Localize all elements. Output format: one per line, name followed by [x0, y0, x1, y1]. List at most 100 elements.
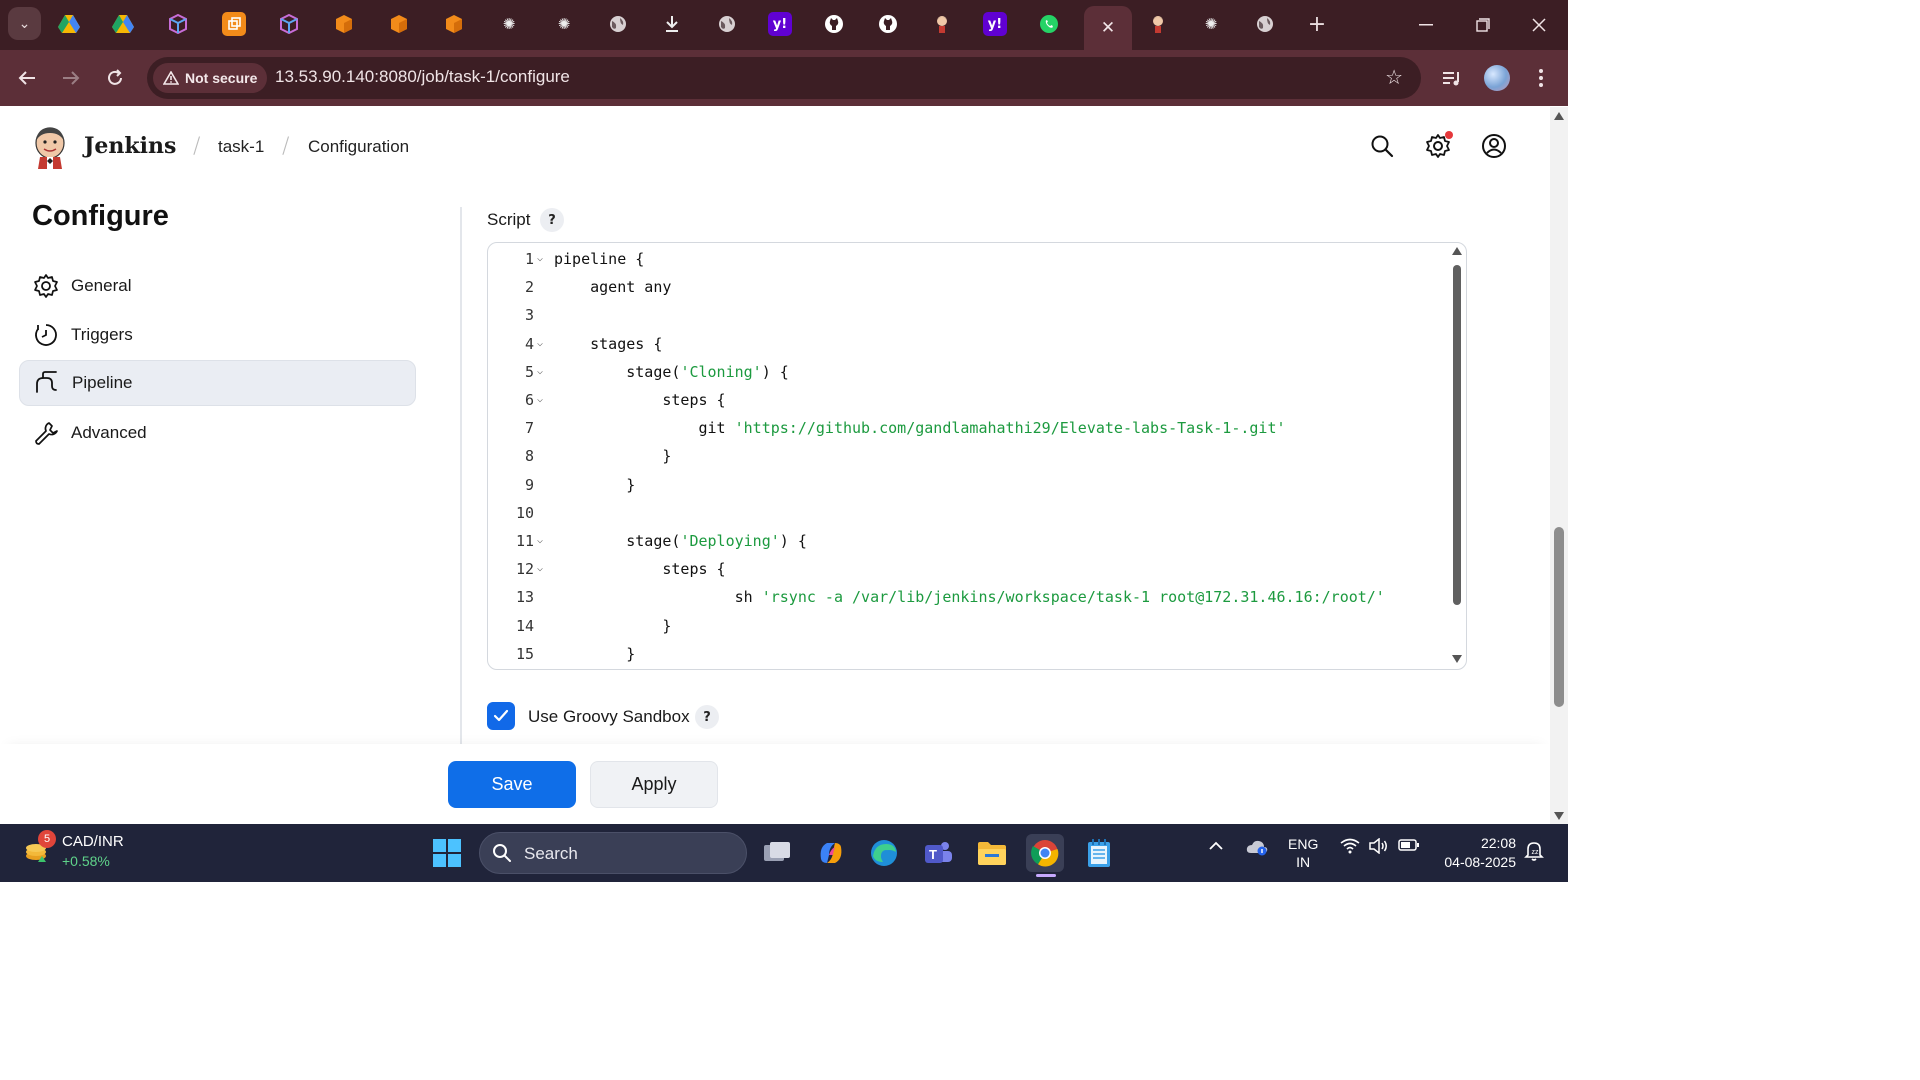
input-language[interactable]: ENG IN: [1288, 835, 1318, 871]
jenkins-logo[interactable]: [32, 125, 68, 169]
edge-browser-icon[interactable]: [865, 834, 903, 872]
editor-scrollbar[interactable]: [1451, 247, 1463, 665]
globe-tab-icon[interactable]: [715, 12, 739, 36]
cube-tab-icon[interactable]: [166, 12, 190, 36]
system-clock[interactable]: 22:08 04-08-2025: [1432, 834, 1516, 872]
orange-cube-tab-icon[interactable]: [442, 12, 466, 36]
taskbar-search[interactable]: Search: [479, 832, 747, 874]
chatgpt-tab-icon[interactable]: ✺: [1199, 12, 1223, 36]
ticker-change[interactable]: +0.58%: [62, 853, 110, 869]
code-line[interactable]: 1 ⌵ pipeline {: [488, 245, 1448, 273]
windows-start-icon[interactable]: [428, 834, 466, 872]
forward-button[interactable]: [55, 62, 87, 94]
globe-tab-icon[interactable]: [606, 12, 630, 36]
onedrive-cloud-icon[interactable]: [1245, 838, 1269, 860]
battery-icon[interactable]: [1398, 838, 1420, 856]
security-chip[interactable]: Not secure: [153, 63, 268, 93]
chrome-taskbar-icon[interactable]: [1026, 834, 1064, 872]
fold-chevron-icon[interactable]: ⌵: [537, 527, 543, 555]
jenkins-brand[interactable]: Jenkins: [84, 133, 176, 159]
user-account-icon[interactable]: [1479, 131, 1509, 161]
code-line[interactable]: 14 }: [488, 612, 1448, 640]
groovy-sandbox-label[interactable]: Use Groovy Sandbox: [528, 707, 690, 727]
globe-tab-icon[interactable]: [1253, 12, 1277, 36]
code-line[interactable]: 13 sh 'rsync -a /var/lib/jenkins/workspa…: [488, 583, 1448, 611]
whatsapp-tab-icon[interactable]: [1037, 12, 1061, 36]
code-line[interactable]: 2 agent any: [488, 273, 1448, 301]
volume-icon[interactable]: [1369, 837, 1389, 858]
show-hidden-icons-chevron-icon[interactable]: [1208, 838, 1224, 855]
orange-cube-tab-icon[interactable]: [387, 12, 411, 36]
url-text[interactable]: 13.53.90.140:8080/job/task-1/configure: [275, 67, 570, 87]
scroll-thumb[interactable]: [1554, 527, 1564, 707]
minimize-button[interactable]: [1411, 10, 1441, 40]
orange-cube-tab-icon[interactable]: [332, 12, 356, 36]
code-line[interactable]: 3: [488, 301, 1448, 329]
sidebar-item-triggers[interactable]: Triggers: [19, 312, 416, 358]
chatgpt-tab-icon[interactable]: ✺: [552, 12, 576, 36]
teams-icon[interactable]: T: [919, 834, 957, 872]
sidebar-item-general[interactable]: General: [19, 263, 416, 309]
fold-chevron-icon[interactable]: ⌵: [537, 358, 543, 386]
yahoo-tab-icon[interactable]: y!: [983, 12, 1007, 36]
bookmark-star-icon[interactable]: ☆: [1385, 65, 1403, 89]
new-tab-button[interactable]: +: [1304, 11, 1330, 37]
breadcrumb-task[interactable]: task-1: [218, 137, 264, 157]
script-editor[interactable]: 1 ⌵ pipeline {2 agent any 3 4 ⌵ stages {5 ⌵ st…: [487, 242, 1467, 670]
tab-search-button[interactable]: ⌄: [8, 7, 41, 40]
copilot-icon[interactable]: [812, 834, 850, 872]
sidebar-item-pipeline[interactable]: Pipeline: [19, 360, 416, 406]
reload-button[interactable]: [99, 62, 131, 94]
orange-square-tab-icon[interactable]: [222, 12, 246, 36]
task-view-icon[interactable]: [758, 834, 796, 872]
code-line[interactable]: 12 ⌵ steps {: [488, 555, 1448, 583]
scroll-up-arrow[interactable]: [1554, 112, 1564, 120]
chatgpt-tab-icon[interactable]: ✺: [497, 12, 521, 36]
github-tab-icon[interactable]: [876, 12, 900, 36]
code-line[interactable]: 6 ⌵ steps {: [488, 386, 1448, 414]
browser-menu-icon[interactable]: [1527, 64, 1555, 92]
download-tab-icon[interactable]: [660, 12, 684, 36]
active-tab[interactable]: ✕: [1084, 6, 1132, 50]
save-button[interactable]: Save: [448, 761, 576, 808]
code-line[interactable]: 8 }: [488, 442, 1448, 470]
address-bar[interactable]: Not secure 13.53.90.140:8080/job/task-1/…: [147, 57, 1421, 99]
scroll-down-arrow[interactable]: [1452, 655, 1462, 663]
scroll-thumb[interactable]: [1453, 265, 1461, 605]
fold-chevron-icon[interactable]: ⌵: [537, 245, 543, 273]
code-line[interactable]: 5 ⌵ stage('Cloning') {: [488, 358, 1448, 386]
settings-gear-icon[interactable]: [1423, 131, 1453, 161]
jenkins-tab-icon[interactable]: [1146, 12, 1170, 36]
groovy-sandbox-checkbox[interactable]: [487, 702, 515, 730]
yahoo-tab-icon[interactable]: y!: [768, 12, 792, 36]
jenkins-tab-icon[interactable]: [930, 12, 954, 36]
notepad-icon[interactable]: [1080, 834, 1118, 872]
code-line[interactable]: 11 ⌵ stage('Deploying') {: [488, 527, 1448, 555]
script-help-button[interactable]: ?: [540, 208, 564, 232]
page-scrollbar[interactable]: [1550, 107, 1568, 824]
sidebar-item-advanced[interactable]: Advanced: [19, 410, 416, 456]
close-tab-icon[interactable]: ✕: [1101, 18, 1115, 38]
close-window-button[interactable]: [1524, 10, 1554, 40]
profile-avatar[interactable]: [1484, 65, 1510, 91]
file-explorer-icon[interactable]: [973, 834, 1011, 872]
breadcrumb-configuration[interactable]: Configuration: [308, 137, 409, 157]
scroll-down-arrow[interactable]: [1554, 812, 1564, 820]
code-line[interactable]: 9 }: [488, 471, 1448, 499]
github-tab-icon[interactable]: [822, 12, 846, 36]
back-button[interactable]: [11, 62, 43, 94]
google-drive-tab-icon[interactable]: [57, 12, 81, 36]
fold-chevron-icon[interactable]: ⌵: [537, 386, 543, 414]
code-line[interactable]: 10: [488, 499, 1448, 527]
media-control-icon[interactable]: [1438, 64, 1466, 92]
search-icon[interactable]: [1367, 131, 1397, 161]
scroll-up-arrow[interactable]: [1452, 247, 1462, 255]
code-line[interactable]: 4 ⌵ stages {: [488, 330, 1448, 358]
fold-chevron-icon[interactable]: ⌵: [537, 330, 543, 358]
fold-chevron-icon[interactable]: ⌵: [537, 555, 543, 583]
google-drive-tab-icon[interactable]: [111, 12, 135, 36]
restore-button[interactable]: [1468, 10, 1498, 40]
notifications-bell-icon[interactable]: zz: [1524, 840, 1544, 866]
cube-tab-icon[interactable]: [277, 12, 301, 36]
ticker-name[interactable]: CAD/INR: [62, 833, 124, 850]
